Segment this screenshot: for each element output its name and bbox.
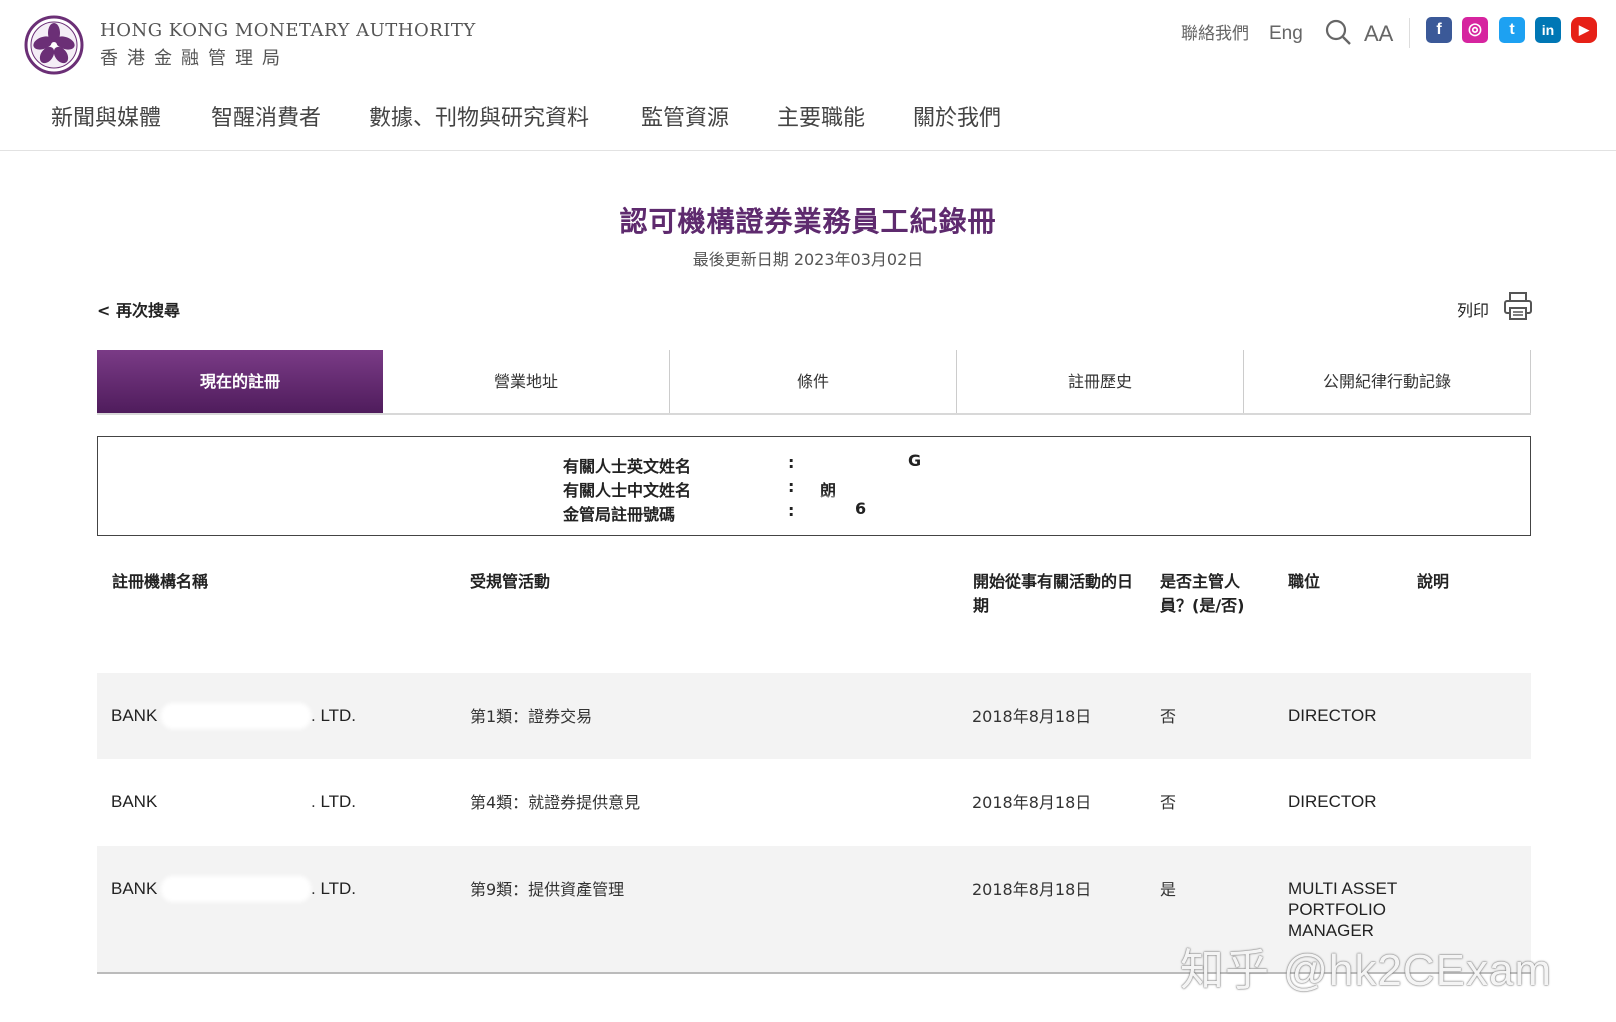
last-updated-date: 最後更新日期 2023年03月02日 (692, 250, 924, 269)
nav-item-data-publications[interactable]: 數據、刊物與研究資料 (369, 100, 589, 132)
org-name-zh: 香港金融管理局 (100, 48, 289, 69)
linkedin-icon[interactable]: in (1535, 17, 1561, 43)
position: MULTI ASSET PORTFOLIO MANAGER (1288, 879, 1397, 940)
institution-name-suffix: . LTD. (311, 879, 357, 898)
column-header-executive-officer: 是否主管人員？(是/否) (1160, 572, 1245, 615)
start-date: 2018年8月18日 (972, 707, 1092, 726)
position: DIRECTOR (1288, 706, 1377, 725)
institution-name-suffix: . LTD. (311, 792, 357, 811)
font-size-icon[interactable]: AA (1364, 20, 1393, 48)
institution-name-prefix: BANK (111, 706, 158, 725)
print-label[interactable]: 列印 (1457, 297, 1489, 321)
column-header-position: 職位 (1288, 572, 1321, 591)
executive-officer-flag: 否 (1160, 707, 1177, 726)
chinese-name-label: 有關人士中文姓名 (563, 481, 692, 500)
org-name-en: HONG KONG MONETARY AUTHORITY (100, 20, 476, 41)
redaction-mark (798, 449, 898, 471)
twitter-icon[interactable]: t (1499, 17, 1525, 43)
registration-number-label: 金管局註冊號碼 (563, 505, 676, 524)
executive-officer-flag: 是 (1160, 880, 1177, 899)
nav-item-regulatory[interactable]: 監管資源 (641, 100, 729, 132)
watermark: 知乎 @hk2CExam (1180, 946, 1553, 995)
registration-number-colon: : (788, 501, 795, 520)
nav-item-about[interactable]: 關於我們 (913, 100, 1001, 132)
table-row: BANK . LTD. 第1類：證券交易 2018年8月18日 否 DIRECT… (97, 673, 1531, 759)
tab-current-registration[interactable]: 現在的註冊 (97, 350, 383, 413)
header-divider (1409, 18, 1410, 48)
site-header: HONG KONG MONETARY AUTHORITY 香港金融管理局 聯絡我… (0, 0, 1616, 151)
regulated-activity: 第9類：提供資產管理 (470, 880, 625, 899)
institution-name-suffix: . LTD. (311, 706, 357, 725)
language-switch-link[interactable]: Eng (1269, 20, 1303, 48)
youtube-icon[interactable]: ▶ (1571, 17, 1597, 43)
column-header-institution: 註冊機構名稱 (112, 572, 209, 591)
nav-item-consumers[interactable]: 智醒消費者 (211, 100, 321, 132)
record-tabs: 現在的註冊 營業地址 條件 註冊歷史 公開紀律行動記錄 (97, 350, 1531, 415)
nav-item-news[interactable]: 新聞與媒體 (51, 100, 161, 132)
search-again-link[interactable]: < 再次搜尋 (97, 297, 180, 321)
start-date: 2018年8月18日 (972, 793, 1092, 812)
search-icon[interactable] (1324, 18, 1352, 46)
printer-icon[interactable] (1502, 290, 1534, 322)
institution-name-prefix: BANK (111, 792, 158, 811)
instagram-icon[interactable]: ◎ (1462, 17, 1488, 43)
executive-officer-flag: 否 (1160, 793, 1177, 812)
table-row: BANK . LTD. 第4類：就證券提供意見 2018年8月18日 否 DIR… (97, 759, 1531, 845)
registration-number-value: 6 (855, 499, 867, 518)
column-header-remarks: 說明 (1417, 572, 1450, 591)
column-header-activity: 受規管活動 (470, 572, 551, 591)
chinese-name-colon: : (788, 477, 795, 496)
tab-disciplinary-actions[interactable]: 公開紀律行動記錄 (1244, 350, 1531, 413)
regulated-activity: 第4類：就證券提供意見 (470, 793, 641, 812)
contact-link[interactable]: 聯絡我們 (1181, 20, 1249, 48)
regulated-activity: 第1類：證券交易 (470, 707, 593, 726)
person-info-box: 有關人士英文姓名 有關人士中文姓名 金管局註冊號碼 : : : G 朗 6 (97, 436, 1531, 536)
position: DIRECTOR (1288, 792, 1377, 811)
english-name-value: G (908, 451, 922, 470)
tab-registration-history[interactable]: 註冊歷史 (957, 350, 1244, 413)
english-name-colon: : (788, 453, 795, 472)
tab-conditions[interactable]: 條件 (670, 350, 957, 413)
redaction-mark (161, 703, 311, 729)
hkma-logo-icon[interactable] (24, 15, 84, 75)
column-header-start-date: 開始從事有關活動的日期 (973, 572, 1134, 615)
tab-business-address[interactable]: 營業地址 (383, 350, 670, 413)
redaction-mark (161, 789, 311, 815)
facebook-icon[interactable]: f (1426, 17, 1452, 43)
redaction-mark (798, 497, 848, 519)
page-title: 認可機構證券業務員工紀錄冊 (619, 205, 997, 238)
nav-item-functions[interactable]: 主要職能 (777, 100, 865, 132)
institution-name-prefix: BANK (111, 879, 158, 898)
redaction-mark (161, 876, 311, 902)
english-name-label: 有關人士英文姓名 (563, 457, 692, 476)
start-date: 2018年8月18日 (972, 880, 1092, 899)
